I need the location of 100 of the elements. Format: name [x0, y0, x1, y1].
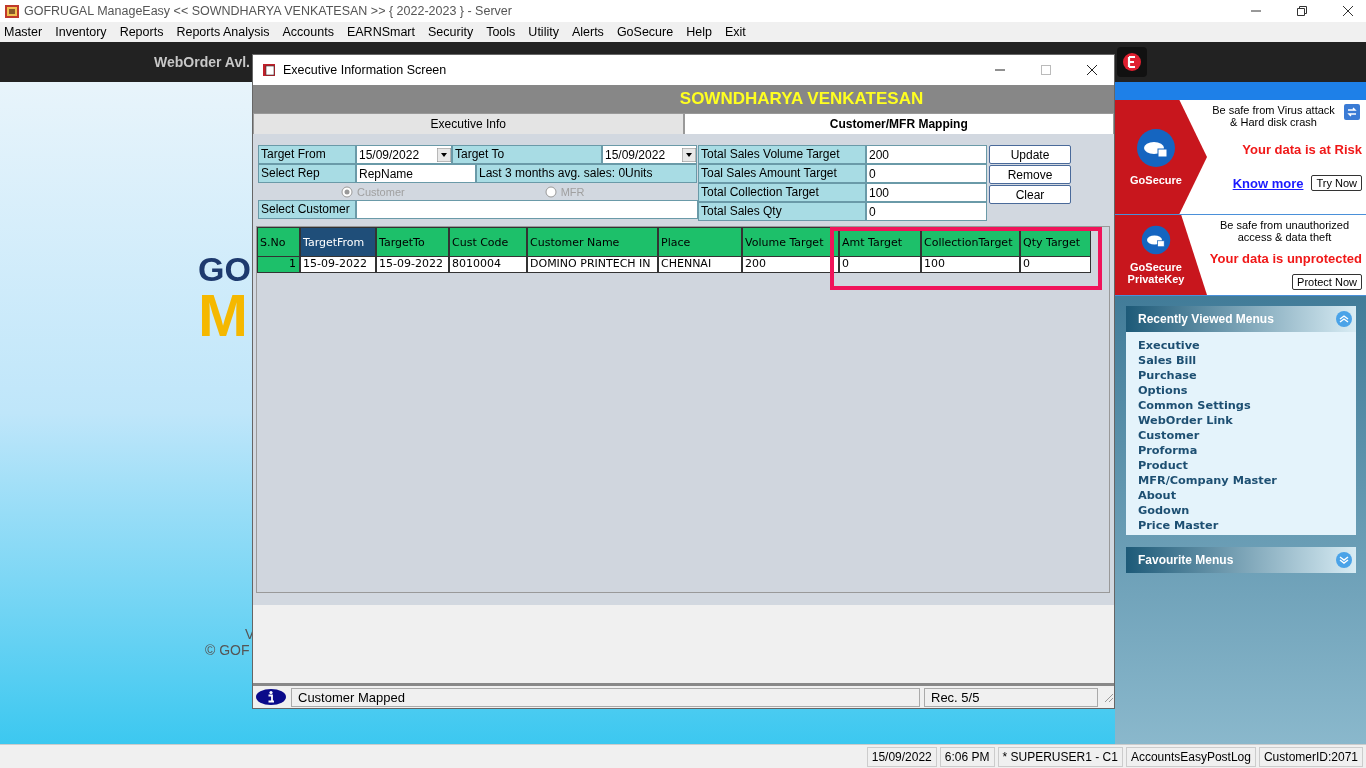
column-header[interactable]: Cust Code — [449, 227, 527, 257]
ad-brand: GoSecure PrivateKey — [1126, 261, 1186, 285]
status-cell: CustomerID:2071 — [1258, 746, 1363, 767]
dropdown-arrow-icon[interactable] — [682, 147, 696, 162]
chevron-icon[interactable] — [1336, 552, 1352, 568]
column-header[interactable]: S.No — [257, 227, 300, 257]
dialog-title: Executive Information Screen — [283, 63, 447, 77]
menu-item[interactable]: Utility — [528, 25, 559, 39]
recent-menu-item[interactable]: Customer — [1138, 428, 1344, 443]
close-icon[interactable] — [1342, 5, 1354, 17]
copyright-text: © GOF — [205, 642, 251, 658]
action-button[interactable]: Clear — [989, 185, 1071, 204]
date-dropdown[interactable]: 15/09/2022 — [356, 145, 452, 164]
recent-menu-item[interactable]: WebOrder Link — [1138, 413, 1344, 428]
section-title: Favourite Menus — [1138, 553, 1234, 567]
field-label: Select Customer — [258, 200, 356, 219]
field-label: Target From — [258, 145, 356, 164]
table-cell: 100 — [921, 257, 1020, 273]
logo-text: GO — [198, 252, 251, 286]
field-label: Target To — [452, 145, 602, 164]
avg-sales-label: Last 3 months avg. sales: 0Units — [476, 164, 697, 183]
e-logo-button[interactable] — [1117, 47, 1147, 77]
record-count: Rec. 5/5 — [924, 687, 1098, 707]
total-input-field[interactable]: 0 — [866, 164, 987, 183]
column-header[interactable]: Place — [658, 227, 742, 257]
menu-item[interactable]: Reports — [119, 25, 164, 39]
menu-item[interactable]: Accounts — [282, 25, 334, 39]
field-label: Total Sales Volume Target — [698, 145, 866, 164]
tab[interactable]: Customer/MFR Mapping — [683, 113, 1114, 134]
action-button[interactable]: Update — [989, 145, 1071, 164]
column-header[interactable]: Customer Name — [527, 227, 658, 257]
field-label: Toal Sales Amount Target — [698, 164, 866, 183]
restore-icon[interactable] — [1296, 5, 1308, 17]
recent-menu-item[interactable]: Price Master — [1138, 518, 1344, 533]
ad-button[interactable]: Protect Now — [1292, 274, 1362, 290]
ad-text: Be safe from Virus attack & Hard disk crash — [1211, 104, 1336, 128]
status-cell: 6:06 PM — [939, 746, 995, 767]
menu-section-header[interactable]: Favourite Menus — [1126, 547, 1356, 573]
refresh-icon[interactable] — [1344, 104, 1360, 120]
column-header[interactable]: TargetFrom — [300, 227, 376, 257]
table-cell: 15-09-2022 — [376, 257, 449, 273]
menu-item[interactable]: Master — [4, 25, 43, 39]
status-cell: AccountsEasyPostLog — [1125, 746, 1256, 767]
column-header[interactable]: Volume Target — [742, 227, 839, 257]
menu-item[interactable]: EARNSmart — [346, 25, 415, 39]
customer-input-field[interactable] — [356, 200, 698, 219]
recent-menu-item[interactable]: Proforma — [1138, 443, 1344, 458]
recent-menu-item[interactable]: MFR/Company Master — [1138, 473, 1344, 488]
resize-grip-icon[interactable] — [1102, 691, 1114, 703]
chevron-icon[interactable] — [1336, 311, 1352, 327]
menu-item[interactable]: Tools — [486, 25, 516, 39]
menu-item[interactable]: GoSecure — [616, 25, 674, 39]
table-cell: 15-09-2022 — [300, 257, 376, 273]
menu-item[interactable]: Security — [428, 25, 474, 39]
total-input-field[interactable]: 200 — [866, 145, 987, 164]
recent-menu-item[interactable]: About — [1138, 488, 1344, 503]
total-input-field[interactable]: 100 — [866, 183, 987, 202]
column-header[interactable]: TargetTo — [376, 227, 449, 257]
date-dropdown[interactable]: 15/09/2022 — [602, 145, 697, 164]
recent-menu-item[interactable]: Options — [1138, 383, 1344, 398]
logo-text: M — [198, 286, 248, 346]
maximize-icon — [1040, 64, 1052, 76]
ad-brand: GoSecure — [1129, 174, 1183, 186]
recent-menu-item[interactable]: Purchase — [1138, 368, 1344, 383]
ad-button[interactable]: Try Now — [1311, 175, 1362, 191]
recent-menu-item[interactable]: Product — [1138, 458, 1344, 473]
table-cell: 0 — [839, 257, 921, 273]
menu-item[interactable]: Exit — [724, 25, 746, 39]
dropdown-arrow-icon[interactable] — [437, 147, 451, 162]
recent-menu-item[interactable]: Sales Bill — [1138, 353, 1344, 368]
rep-input-field[interactable]: RepName — [356, 164, 476, 183]
status-message: Customer Mapped — [291, 687, 920, 707]
recent-menu-item[interactable]: Godown — [1138, 503, 1344, 518]
recent-menu-item[interactable]: Executive — [1138, 338, 1344, 353]
ad-alert-text: Your data is unprotected — [1209, 251, 1362, 266]
executive-name: SOWNDHARYA VENKATESAN — [679, 89, 924, 109]
table-cell: DOMINO PRINTECH IN — [527, 257, 658, 273]
recent-menu-item[interactable]: Common Settings — [1138, 398, 1344, 413]
menu-item[interactable]: Inventory — [55, 25, 107, 39]
status-cell: * SUPERUSER1 - C1 — [997, 746, 1123, 767]
e-logo-icon — [1122, 52, 1142, 72]
status-cell: 15/09/2022 — [866, 746, 937, 767]
ad-text: Be safe from unauthorized access & data theft — [1219, 219, 1350, 243]
action-button[interactable]: Remove — [989, 165, 1071, 184]
cloud-lock-icon — [1136, 128, 1176, 168]
menu-item[interactable]: Alerts — [571, 25, 604, 39]
menu-item[interactable]: Reports Analysis — [176, 25, 270, 39]
ad-alert-text: Your data is at Risk — [1242, 142, 1362, 157]
table-cell: 8010004 — [449, 257, 527, 273]
menu-item[interactable]: Help — [686, 25, 712, 39]
field-label: Select Rep — [258, 164, 356, 183]
table-cell: 1 — [257, 257, 300, 273]
tab[interactable]: Executive Info — [253, 113, 684, 134]
field-label: Total Sales Qty — [698, 202, 866, 221]
app-title: GOFRUGAL ManageEasy << SOWNDHARYA VENKATESAN >> { 2022-2023 } - Server — [24, 4, 512, 18]
total-input-field[interactable]: 0 — [866, 202, 987, 221]
close-icon[interactable] — [1086, 64, 1098, 76]
section-title: Recently Viewed Menus — [1138, 312, 1274, 326]
know-more-link[interactable]: Know more — [1232, 175, 1304, 191]
table-cell: 200 — [742, 257, 839, 273]
